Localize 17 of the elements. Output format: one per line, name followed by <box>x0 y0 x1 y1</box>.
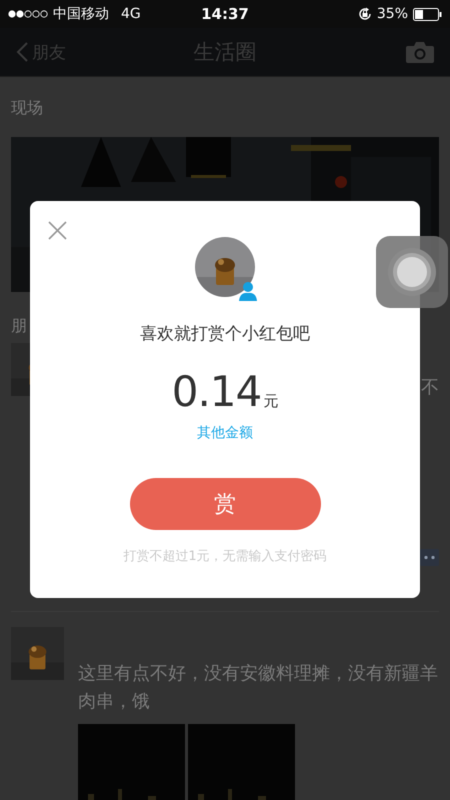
amount-value: 0.14 <box>172 367 262 416</box>
back-icon <box>16 42 28 62</box>
battery-percent: 35% <box>376 6 408 22</box>
post-text: 不 <box>421 377 439 399</box>
post-text: 这里有点不好，没有安徽料理摊，没有新疆羊肉串，饿 <box>78 662 439 714</box>
battery-icon <box>413 8 442 20</box>
section-label: 朋 <box>11 316 27 336</box>
other-amount-link[interactable]: 其他金额 <box>197 424 253 442</box>
clock-time: 14:37 <box>201 5 249 23</box>
section-label: 现场 <box>11 98 43 118</box>
signal-icon <box>8 10 49 18</box>
reward-button[interactable]: 赏 <box>130 478 320 530</box>
rotation-lock-icon <box>358 7 372 21</box>
network-type: 4G <box>121 6 141 22</box>
currency-unit: 元 <box>263 392 278 411</box>
carrier-name: 中国移动 <box>53 5 109 23</box>
prompt-text: 喜欢就打赏个小红包吧 <box>140 323 310 345</box>
